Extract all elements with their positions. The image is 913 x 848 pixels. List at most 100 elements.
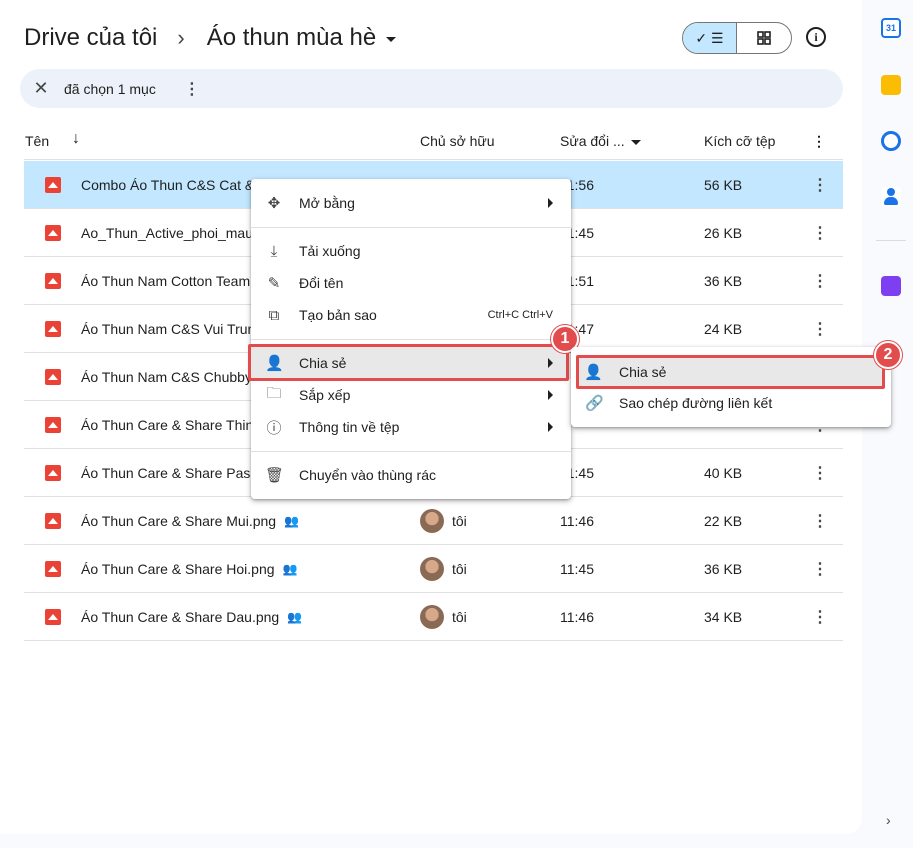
column-owner[interactable]: Chủ sở hữu [420, 133, 495, 149]
expand-chevron-icon[interactable]: › [886, 812, 891, 828]
submenu-item-copy-link[interactable]: 🔗 Sao chép đường liên kết [571, 387, 891, 419]
image-file-icon [45, 369, 61, 385]
contacts-icon[interactable] [881, 187, 901, 207]
file-name-text: Áo Thun Care & Share Mui.png [81, 513, 277, 529]
column-settings-icon[interactable]: ⋮ [812, 133, 826, 150]
menu-item-organize[interactable]: 🗀 Sắp xếp [251, 379, 571, 411]
menu-divider [251, 339, 571, 340]
submenu-item-label: Chia sẻ [619, 364, 667, 380]
file-size: 26 KB [704, 225, 743, 241]
submenu-arrow-icon [548, 422, 553, 432]
menu-item-label: Mở bằng [299, 195, 355, 211]
file-size: 36 KB [704, 561, 743, 577]
table-row[interactable]: Áo Thun Care & Share Hoi.png 👥 tôi 11:45 36 … [24, 545, 843, 593]
folder-open-icon: 🗀 [266, 384, 282, 402]
keep-icon[interactable] [881, 75, 901, 95]
file-modified: 11:46 [560, 513, 594, 529]
row-more-icon[interactable]: ⋮ [812, 463, 828, 483]
row-more-icon[interactable]: ⋮ [812, 559, 828, 579]
chatgpt-addon-icon[interactable] [881, 276, 901, 296]
file-name-text: Combo Áo Thun C&S Cat & [81, 177, 255, 193]
image-file-icon [45, 417, 61, 433]
close-icon[interactable]: ✕ [21, 78, 61, 99]
menu-item-make-copy[interactable]: ⧉ Tạo bản sao Ctrl+C Ctrl+V [251, 299, 571, 331]
menu-item-label: Tải xuống [299, 243, 361, 259]
grid-view-button[interactable] [737, 23, 791, 53]
file-size: 34 KB [704, 609, 743, 625]
menu-item-open-with[interactable]: ✥ Mở bằng [251, 187, 571, 219]
file-name-text: Áo Thun Nam C&S Chubby [81, 369, 252, 385]
row-more-icon[interactable]: ⋮ [812, 607, 828, 627]
table-header: Tên ↓ Chủ sở hữu Sửa đổi ... Kích cỡ tệp… [24, 122, 843, 160]
file-name: Áo Thun Care & Share Dau.png 👥 [81, 609, 302, 625]
avatar [420, 509, 444, 533]
menu-item-label: Tạo bản sao [299, 307, 377, 323]
file-name: Áo Thun Care & Share Pas [81, 465, 250, 481]
info-icon[interactable]: i [806, 27, 826, 47]
table-row[interactable]: Áo Thun Care & Share Mui.png 👥 tôi 11:46 22 … [24, 497, 843, 545]
highlight-box-share [248, 344, 569, 381]
selection-bar: ✕ đã chọn 1 mục ⋮ [20, 69, 843, 108]
breadcrumb-root[interactable]: Drive của tôi [24, 24, 157, 52]
file-name-text: Áo Thun Care & Share Thin [81, 417, 254, 433]
file-name: Áo Thun Care & Share Thin [81, 417, 253, 433]
chevron-down-icon [630, 139, 641, 145]
submenu-item-share[interactable]: 👤 Chia sẻ [576, 355, 885, 389]
shortcut-hint: Ctrl+C Ctrl+V [487, 309, 553, 321]
menu-item-trash[interactable]: 🗑 Chuyển vào thùng rác [251, 459, 571, 491]
image-file-icon [45, 609, 61, 625]
menu-item-rename[interactable]: ✎ Đổi tên [251, 267, 571, 299]
menu-divider [251, 451, 571, 452]
tasks-icon[interactable] [881, 131, 901, 151]
file-size: 56 KB [704, 177, 743, 193]
row-more-icon[interactable]: ⋮ [812, 511, 828, 531]
row-more-icon[interactable]: ⋮ [812, 319, 828, 339]
menu-item-download[interactable]: ⤓ Tải xuống [251, 235, 571, 267]
row-more-icon[interactable]: ⋮ [812, 175, 828, 195]
menu-item-label: Sắp xếp [299, 387, 351, 403]
image-file-icon [45, 465, 61, 481]
row-more-icon[interactable]: ⋮ [812, 223, 828, 243]
file-name: Áo Thun Care & Share Hoi.png 👥 [81, 561, 297, 577]
info-circle-icon: ⓘ [266, 419, 282, 437]
column-modified[interactable]: Sửa đổi ... [560, 133, 641, 149]
file-size: 22 KB [704, 513, 743, 529]
menu-item-label: Thông tin về tệp [299, 419, 400, 435]
file-owner: tôi [452, 561, 467, 577]
column-size[interactable]: Kích cỡ tệp [704, 133, 775, 149]
file-size: 40 KB [704, 465, 743, 481]
avatar [420, 605, 444, 629]
list-view-button[interactable]: ✓ ☰ [683, 23, 738, 53]
drive-main-panel: Drive của tôi › Áo thun mùa hè ✓ ☰ i ✕ đ… [0, 0, 902, 834]
file-owner: tôi [452, 513, 467, 529]
menu-item-file-info[interactable]: ⓘ Thông tin về tệp [251, 411, 571, 443]
file-name: Combo Áo Thun C&S Cat & [81, 177, 254, 193]
image-file-icon [45, 321, 61, 337]
file-modified: 11:46 [560, 609, 594, 625]
column-name[interactable]: Tên [25, 133, 49, 149]
image-file-icon [45, 513, 61, 529]
chevron-down-icon [386, 36, 397, 42]
trash-icon: 🗑 [265, 467, 285, 484]
table-row[interactable]: Áo Thun Care & Share Dau.png 👥 tôi 11:46 34 … [24, 593, 843, 641]
file-name-text: Ao_Thun_Active_phoi_mau [81, 225, 254, 241]
view-toggle: ✓ ☰ [682, 22, 792, 54]
menu-divider [251, 227, 571, 228]
row-more-icon[interactable]: ⋮ [812, 271, 828, 291]
file-name: Áo Thun Care & Share Mui.png 👥 [81, 513, 299, 529]
image-file-icon [45, 273, 61, 289]
calendar-icon[interactable]: 31 [881, 18, 901, 38]
more-actions-icon[interactable]: ⋮ [184, 79, 200, 99]
context-menu: ✥ Mở bằng ⤓ Tải xuống ✎ Đổi tên ⧉ Tạo bả… [251, 179, 571, 499]
shared-people-icon: 👥 [282, 562, 298, 576]
sort-arrow-icon[interactable]: ↓ [72, 130, 80, 148]
link-icon: 🔗 [585, 395, 604, 412]
file-name: Áo Thun Nam Cotton Team [81, 273, 250, 289]
side-divider [876, 240, 906, 241]
menu-item-label: Chuyển vào thùng rác [299, 467, 436, 483]
breadcrumb-current-folder[interactable]: Áo thun mùa hè [207, 24, 397, 52]
download-icon: ⤓ [270, 242, 278, 260]
image-file-icon [45, 177, 61, 193]
copy-icon: ⧉ [268, 306, 280, 324]
header: Drive của tôi › Áo thun mùa hè ✓ ☰ i [24, 20, 842, 56]
